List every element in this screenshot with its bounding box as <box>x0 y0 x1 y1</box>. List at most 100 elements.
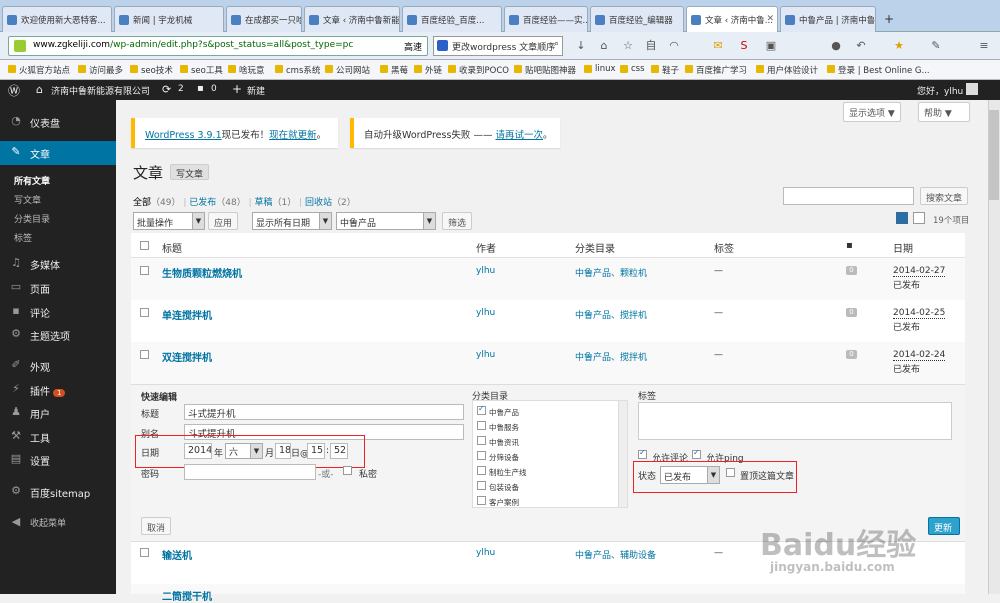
category-filter-select[interactable]: 中鲁产品 ▼ <box>336 212 436 230</box>
comment-count-bubble[interactable]: 0 <box>846 266 857 275</box>
browser-tab[interactable]: 百度经验_百度... <box>402 6 502 32</box>
help-button[interactable]: 帮助 ▼ <box>918 102 970 122</box>
minute-input[interactable]: 52 <box>330 443 348 459</box>
filter-all[interactable]: 全部 <box>133 198 151 208</box>
undo-icon[interactable]: ↶ <box>855 40 867 52</box>
new-tab-plus-icon[interactable]: + <box>884 12 894 26</box>
bookmark-item[interactable]: 收录到POCO <box>448 64 509 76</box>
post-categories[interactable]: 中鲁产品、搅拌机 <box>575 350 647 363</box>
retry-link[interactable]: 请再试一次 <box>495 130 543 141</box>
search-posts-button[interactable]: 搜索文章 <box>920 187 969 205</box>
sidebar-item-users[interactable]: ♟ 用户 <box>0 401 116 425</box>
avatar[interactable] <box>966 83 978 95</box>
bookmark-item[interactable]: 登录 | Best Online G... <box>827 64 930 76</box>
date-filter-select[interactable]: 显示所有日期 ▼ <box>252 212 332 230</box>
allow-pings-checkbox[interactable] <box>692 448 701 459</box>
wp-version-link[interactable]: WordPress 3.9.1 <box>145 130 222 141</box>
sidebar-subitem-tags[interactable]: 标签 <box>14 231 32 244</box>
category-checkbox[interactable] <box>477 436 486 445</box>
bookmark-item[interactable]: seo技术 <box>130 64 173 76</box>
sidebar-item-tools[interactable]: ⚒ 工具 <box>0 425 116 449</box>
bookmark-item[interactable]: 公司网站 <box>325 64 370 76</box>
add-new-post-button[interactable]: 写文章 <box>170 164 210 180</box>
download-icon[interactable]: ↓ <box>575 40 587 52</box>
post-title-link[interactable]: 双连搅拌机 <box>162 349 212 364</box>
status-select[interactable]: 已发布 ▼ <box>660 466 720 484</box>
bookmark-item[interactable]: 贴吧贴图神器 <box>514 64 576 76</box>
post-author-link[interactable]: ylhu <box>476 308 495 318</box>
menu-icon[interactable]: ≡ <box>978 40 990 52</box>
bookmark-item[interactable]: linux <box>584 64 616 74</box>
home-icon[interactable]: ⌂ <box>598 40 610 52</box>
browser-search-input[interactable]: 更改wordpress 文章顺序 ⌕ <box>433 36 563 56</box>
category-checkbox[interactable] <box>477 496 486 505</box>
filter-button[interactable]: 筛选 <box>442 212 473 230</box>
plus-icon[interactable]: + <box>232 82 242 96</box>
column-date[interactable]: 日期 <box>893 240 913 255</box>
browser-tab-active[interactable]: 文章 ‹ 济南中鲁... ✕ <box>686 6 778 32</box>
sidebar-item-settings[interactable]: ▤ 设置 <box>0 448 116 472</box>
hour-input[interactable]: 15 <box>307 443 325 459</box>
collapse-menu-button[interactable]: ◀ 收起菜单 <box>0 511 116 535</box>
sidebar-item-posts[interactable]: ✎ 文章 <box>0 141 116 165</box>
tags-textarea[interactable] <box>638 402 952 440</box>
extension-icon[interactable]: S <box>738 40 750 52</box>
bookmark-star-icon[interactable]: ☆ <box>622 40 634 52</box>
row-checkbox[interactable] <box>140 548 149 557</box>
category-checkbox[interactable] <box>477 404 486 415</box>
screen-options-button[interactable]: 显示选项 ▼ <box>843 102 901 122</box>
sticky-checkbox[interactable] <box>726 468 735 477</box>
search-icon[interactable]: ⌕ <box>554 39 559 49</box>
sidebar-item-comments[interactable]: ▪ 评论 <box>0 300 116 324</box>
comment-count-bubble[interactable]: 0 <box>846 308 857 317</box>
updates-icon[interactable]: ⟳ <box>162 83 171 96</box>
sidebar-item-appearance[interactable]: ✐ 外观 <box>0 354 116 378</box>
browser-tab[interactable]: 中鲁产品 | 济南中鲁... <box>780 6 876 32</box>
filter-published[interactable]: 已发布 <box>189 198 216 208</box>
category-checkbox[interactable] <box>477 421 486 430</box>
browser-tab[interactable]: 百度经验_编辑器 <box>590 6 684 32</box>
day-input[interactable]: 18 <box>275 443 291 459</box>
sidebar-item-media[interactable]: ♫ 多媒体 <box>0 252 116 276</box>
sidebar-item-baidu-sitemap[interactable]: ⚙ 百度sitemap <box>0 480 116 504</box>
allow-comments-checkbox[interactable] <box>638 448 647 459</box>
category-checkbox[interactable] <box>477 481 486 490</box>
rainbow-icon[interactable]: ◠ <box>668 40 680 52</box>
screenshot-icon[interactable]: ▣ <box>765 40 777 52</box>
password-input[interactable] <box>184 464 316 480</box>
bookmark-item[interactable]: 外链 <box>414 64 442 76</box>
sidebar-subitem-categories[interactable]: 分类目录 <box>14 212 50 225</box>
post-search-input[interactable] <box>783 187 914 205</box>
private-checkbox[interactable] <box>343 466 352 475</box>
bookmark-item[interactable]: 鞋子 <box>651 64 679 76</box>
bookmark-item[interactable]: 黑莓 <box>380 64 408 76</box>
row-checkbox[interactable] <box>140 308 149 317</box>
browser-tab[interactable]: 欢迎使用新大恶特客... <box>2 6 112 32</box>
mail-icon[interactable]: ✉ <box>712 40 724 52</box>
browser-tab[interactable]: 新闻 | 宇龙机械 <box>114 6 224 32</box>
category-scrollbar[interactable] <box>618 401 627 507</box>
post-author-link[interactable]: ylhu <box>476 350 495 360</box>
row-checkbox[interactable] <box>140 350 149 359</box>
select-all-checkbox[interactable] <box>140 241 149 250</box>
comments-column-icon[interactable]: ▪ <box>846 240 853 251</box>
bookmark-item[interactable]: seo工具 <box>180 64 223 76</box>
scrollbar-thumb[interactable] <box>989 110 999 200</box>
post-title-link[interactable]: 输送机 <box>162 547 192 562</box>
bookmark-item[interactable]: cms系统 <box>275 64 320 76</box>
bookmark-item[interactable]: 火狐官方站点 <box>8 64 70 76</box>
post-author-link[interactable]: ylhu <box>476 548 495 558</box>
new-content-link[interactable]: 新建 <box>247 84 265 97</box>
category-checkbox[interactable] <box>477 466 486 475</box>
addon-star-icon[interactable]: ★ <box>893 40 905 52</box>
browser-tab[interactable]: 文章 ‹ 济南中鲁新能... <box>304 6 400 32</box>
list-view-icon[interactable] <box>896 212 908 224</box>
bookmark-item[interactable]: css <box>620 64 645 74</box>
year-input[interactable]: 2014 <box>184 443 212 459</box>
sidebar-subitem-new-post[interactable]: 写文章 <box>14 193 41 206</box>
comments-icon[interactable]: ▪ <box>197 83 204 94</box>
post-categories[interactable]: 中鲁产品、搅拌机 <box>575 308 647 321</box>
excerpt-view-icon[interactable] <box>913 212 925 224</box>
browser-tab[interactable]: 百度经验——实... <box>504 6 588 32</box>
apply-button[interactable]: 应用 <box>208 212 239 230</box>
